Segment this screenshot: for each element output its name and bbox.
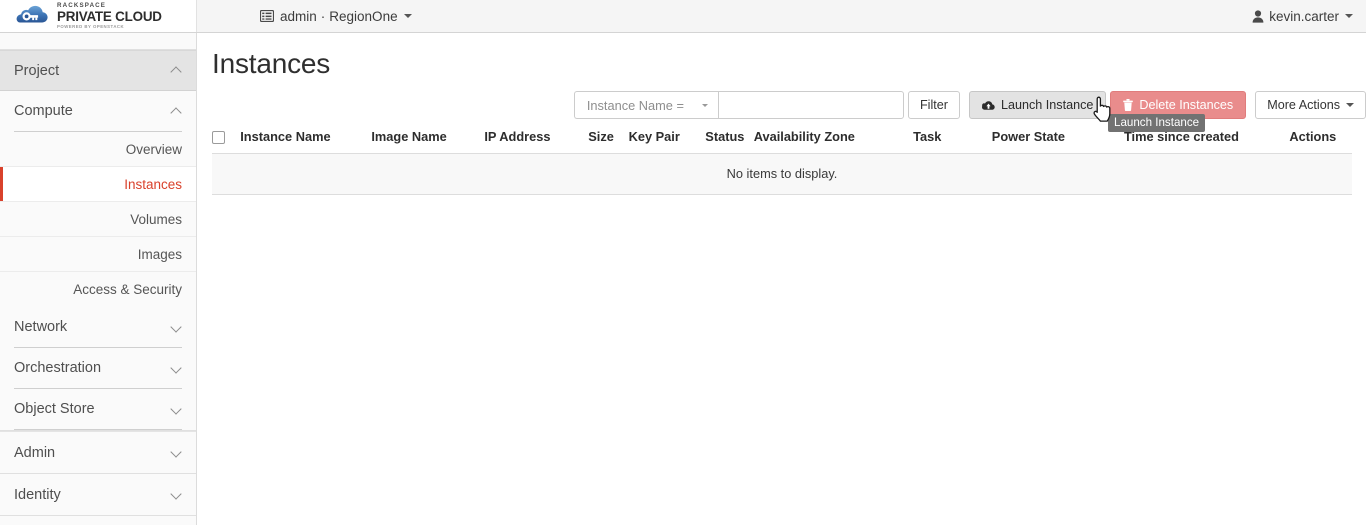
column-header-power-state[interactable]: Power State: [991, 121, 1124, 155]
chevron-down-icon: [403, 14, 412, 18]
page-title: Instances: [212, 48, 331, 79]
sidebar-panel-admin-label: Admin: [14, 444, 56, 461]
trash-icon: [1123, 99, 1134, 111]
filter-button[interactable]: Filter: [907, 91, 960, 119]
column-header-ip-address[interactable]: IP Address: [484, 121, 589, 155]
sidebar-item-label: Overview: [125, 141, 182, 157]
sidebar-panel-project[interactable]: Project: [0, 50, 196, 91]
user-menu[interactable]: kevin.carter: [1252, 0, 1353, 32]
project-region-separator: ·: [320, 8, 326, 24]
sidebar-top-stub: [0, 33, 196, 50]
column-header-actions: Actions: [1289, 121, 1352, 155]
chevron-down-icon: [172, 363, 183, 374]
sidebar-group-network[interactable]: Network: [0, 307, 196, 348]
chevron-down-icon: [172, 447, 183, 458]
chevron-up-icon: [172, 65, 183, 76]
more-actions-button-label: More Actions: [1267, 98, 1340, 112]
sidebar-item-volumes[interactable]: Volumes: [0, 202, 196, 237]
select-all-checkbox[interactable]: [212, 131, 225, 145]
launch-instance-button[interactable]: Launch Instance: [968, 91, 1107, 119]
chevron-up-icon: [172, 106, 183, 117]
chevron-down-icon: [1345, 14, 1353, 18]
brand-logo[interactable]: RACKSPACE PRIVATE CLOUD POWERED BY OPENS…: [0, 0, 197, 32]
top-navbar: RACKSPACE PRIVATE CLOUD POWERED BY OPENS…: [0, 0, 1366, 33]
sidebar-item-instances[interactable]: Instances: [0, 167, 196, 202]
more-actions-button[interactable]: More Actions: [1255, 91, 1366, 119]
user-icon: [1252, 9, 1264, 23]
delete-instances-button[interactable]: Delete Instances: [1110, 91, 1247, 119]
cloud-upload-icon: [981, 100, 995, 111]
sidebar-item-access-and-security[interactable]: Access & Security: [0, 272, 196, 307]
main-content: Instances Instance Name = Filter Launch …: [198, 33, 1366, 525]
brand-line-private-cloud: PRIVATE CLOUD: [57, 9, 162, 25]
sidebar-item-label: Volumes: [130, 211, 182, 227]
select-all-header: [212, 121, 241, 155]
sidebar-group-compute-label: Compute: [14, 103, 73, 119]
region-name: RegionOne: [329, 8, 398, 24]
sidebar-group-compute[interactable]: Compute: [0, 91, 196, 132]
sidebar-group-orchestration-label: Orchestration: [14, 360, 102, 376]
sidebar-panel-identity-label: Identity: [14, 486, 61, 503]
chevron-down-icon: [172, 404, 183, 415]
username-label: kevin.carter: [1269, 8, 1339, 24]
sidebar-item-label: Instances: [124, 176, 182, 192]
sidebar-item-overview[interactable]: Overview: [0, 132, 196, 167]
cloud-key-icon: [14, 3, 50, 30]
caret-down-icon: [701, 103, 708, 107]
column-header-status[interactable]: Status: [705, 121, 754, 155]
sidebar-group-object-store-label: Object Store: [14, 401, 95, 417]
project-name: admin: [280, 8, 317, 24]
table-empty-row: No items to display.: [212, 153, 1352, 196]
instances-table: Instance Name Image Name IP Address Size…: [212, 121, 1352, 196]
delete-instances-button-label: Delete Instances: [1139, 98, 1234, 112]
sidebar-item-label: Images: [137, 246, 182, 262]
table-toolbar: Instance Name = Filter Launch Instance D…: [573, 91, 1366, 119]
filter-button-label: Filter: [919, 98, 948, 112]
brand-line-powered-by: POWERED BY OPENSTACK: [57, 23, 125, 29]
launch-instance-button-label: Launch Instance: [1000, 98, 1094, 112]
column-header-availability-zone[interactable]: Availability Zone: [753, 121, 914, 155]
filter-search-input[interactable]: [717, 91, 904, 119]
sidebar-item-label: Access & Security: [73, 282, 182, 297]
table-header: Instance Name Image Name IP Address Size…: [212, 121, 1352, 155]
column-header-time-since-created[interactable]: Time since created: [1123, 121, 1290, 155]
filter-field-select[interactable]: Instance Name =: [573, 91, 718, 119]
caret-down-icon: [1346, 103, 1354, 107]
filter-field-select-label: Instance Name =: [586, 97, 684, 113]
instances-table-wrapper: Instance Name Image Name IP Address Size…: [212, 121, 1352, 196]
sidebar-panel-admin[interactable]: Admin: [0, 431, 196, 473]
chevron-down-icon: [172, 489, 183, 500]
chevron-down-icon: [172, 322, 183, 333]
column-header-instance-name[interactable]: Instance Name: [240, 121, 372, 155]
sidebar-section-divider: [0, 515, 196, 516]
table-body: No items to display.: [212, 153, 1352, 196]
project-region-switcher[interactable]: admin · RegionOne: [260, 0, 412, 32]
column-header-key-pair[interactable]: Key Pair: [628, 121, 706, 155]
column-header-image-name[interactable]: Image Name: [371, 121, 485, 155]
column-header-task[interactable]: Task: [913, 121, 992, 155]
sidebar-panel-identity[interactable]: Identity: [0, 474, 196, 515]
sidebar-panel-project-label: Project: [14, 62, 60, 79]
empty-message: No items to display.: [212, 153, 1352, 196]
table-header-row: Instance Name Image Name IP Address Size…: [212, 121, 1352, 155]
sidebar-group-orchestration[interactable]: Orchestration: [0, 348, 196, 389]
grid-list-icon: [260, 10, 274, 22]
column-header-size[interactable]: Size: [588, 121, 629, 155]
sidebar-navigation: Project Compute Overview Instances Volum…: [0, 33, 197, 525]
sidebar-item-images[interactable]: Images: [0, 237, 196, 272]
sidebar-group-object-store[interactable]: Object Store: [0, 389, 196, 430]
sidebar-group-network-label: Network: [14, 319, 68, 335]
